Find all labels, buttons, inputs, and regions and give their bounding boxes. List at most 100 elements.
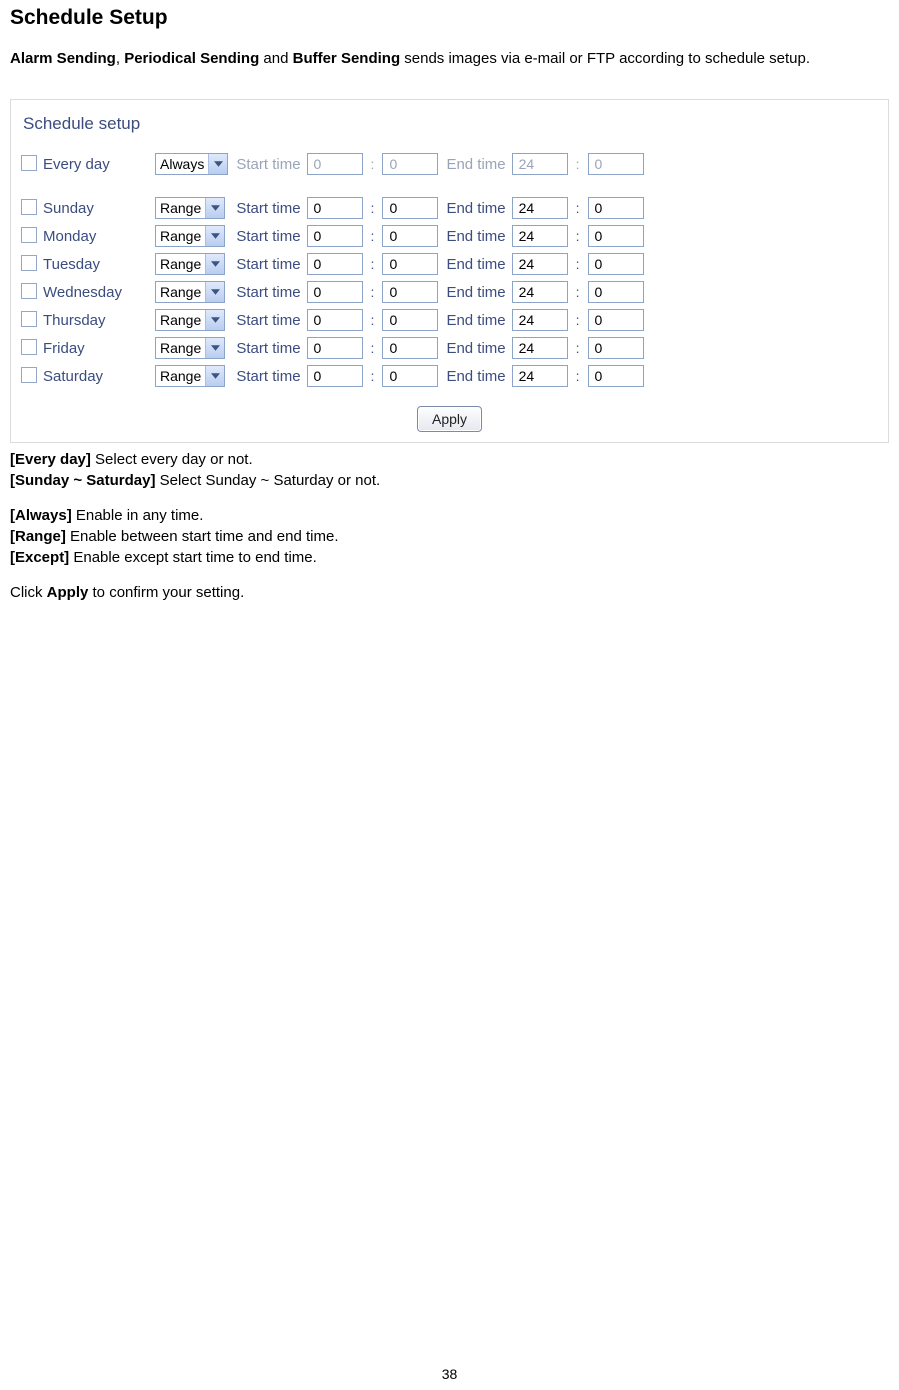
mode-select[interactable]: Always [155, 153, 228, 175]
end-hour-input[interactable] [512, 337, 568, 359]
end-hour-input[interactable] [512, 197, 568, 219]
day-label: Sunday [43, 200, 94, 217]
intro-text: , [116, 50, 124, 67]
intro-text: sends images via e-mail or FTP according… [400, 50, 810, 67]
chevron-down-icon [205, 226, 224, 246]
start-time-label: Start time [232, 200, 302, 217]
chevron-down-icon [205, 198, 224, 218]
start-minute-input[interactable] [382, 365, 438, 387]
start-minute-input[interactable] [382, 225, 438, 247]
day-label: Tuesday [43, 256, 100, 273]
schedule-row: SundayRangeStart time:End time: [19, 194, 646, 222]
mode-select[interactable]: Range [155, 197, 225, 219]
day-label: Friday [43, 340, 85, 357]
schedule-table: Every dayAlwaysStart time:End time:Sunda… [19, 150, 646, 390]
end-hour-input[interactable] [512, 153, 568, 175]
time-colon: : [367, 312, 379, 328]
mode-select[interactable]: Range [155, 309, 225, 331]
intro-bold-3: Buffer Sending [293, 50, 401, 67]
chevron-down-icon [208, 154, 227, 174]
schedule-row: Every dayAlwaysStart time:End time: [19, 150, 646, 178]
start-hour-input[interactable] [307, 253, 363, 275]
start-minute-input[interactable] [382, 281, 438, 303]
schedule-row: ThursdayRangeStart time:End time: [19, 306, 646, 334]
chevron-down-icon [205, 282, 224, 302]
page-title: Schedule Setup [10, 6, 889, 30]
end-time-label: End time [442, 256, 507, 273]
end-minute-input[interactable] [588, 197, 644, 219]
start-minute-input[interactable] [382, 309, 438, 331]
schedule-row: WednesdayRangeStart time:End time: [19, 278, 646, 306]
end-time-label: End time [442, 368, 507, 385]
mode-value: Range [160, 340, 201, 356]
end-hour-input[interactable] [512, 253, 568, 275]
mode-value: Range [160, 368, 201, 384]
day-checkbox[interactable] [21, 155, 37, 171]
chevron-down-icon [205, 338, 224, 358]
start-hour-input[interactable] [307, 225, 363, 247]
schedule-row: Tuesday Range Start time: End time: [19, 250, 646, 278]
time-colon: : [572, 228, 584, 244]
time-colon: : [367, 284, 379, 300]
start-hour-input[interactable] [307, 281, 363, 303]
start-minute-input[interactable] [382, 197, 438, 219]
day-checkbox[interactable] [21, 255, 37, 271]
schedule-row: SaturdayRangeStart time:End time: [19, 362, 646, 390]
end-hour-input[interactable] [512, 365, 568, 387]
day-checkbox[interactable] [21, 227, 37, 243]
end-minute-input[interactable] [588, 281, 644, 303]
mode-select[interactable]: Range [155, 337, 225, 359]
end-minute-input[interactable] [588, 225, 644, 247]
end-hour-input[interactable] [512, 225, 568, 247]
day-label: Saturday [43, 368, 103, 385]
time-colon: : [572, 256, 584, 272]
day-checkbox[interactable] [21, 199, 37, 215]
desc-text: Enable between start time and end time. [66, 528, 339, 545]
mode-value: Range [160, 228, 201, 244]
intro-bold-2: Periodical Sending [124, 50, 259, 67]
day-checkbox[interactable] [21, 367, 37, 383]
mode-value: Range [160, 200, 201, 216]
day-label: Thursday [43, 312, 106, 329]
mode-select[interactable]: Range [155, 253, 225, 275]
day-label: Monday [43, 228, 96, 245]
end-hour-input[interactable] [512, 309, 568, 331]
day-checkbox[interactable] [21, 339, 37, 355]
start-time-label: Start time [232, 256, 302, 273]
time-colon: : [367, 256, 379, 272]
end-hour-input[interactable] [512, 281, 568, 303]
end-minute-input[interactable] [588, 365, 644, 387]
time-colon: : [572, 156, 584, 172]
day-checkbox[interactable] [21, 311, 37, 327]
mode-select[interactable]: Range [155, 281, 225, 303]
end-minute-input[interactable] [588, 153, 644, 175]
apply-button[interactable]: Apply [417, 406, 482, 432]
end-minute-input[interactable] [588, 309, 644, 331]
end-minute-input[interactable] [588, 337, 644, 359]
start-time-label: Start time [232, 156, 302, 173]
day-checkbox[interactable] [21, 283, 37, 299]
mode-select[interactable]: Range [155, 225, 225, 247]
end-minute-input[interactable] [588, 253, 644, 275]
mode-select[interactable]: Range [155, 365, 225, 387]
intro-bold-1: Alarm Sending [10, 50, 116, 67]
start-minute-input[interactable] [382, 337, 438, 359]
time-colon: : [572, 200, 584, 216]
desc-text: Enable in any time. [72, 507, 204, 524]
end-time-label: End time [442, 228, 507, 245]
mode-value: Range [160, 312, 201, 328]
desc-label: Apply [47, 584, 89, 601]
page-number: 38 [0, 1366, 899, 1382]
start-hour-input[interactable] [307, 309, 363, 331]
start-hour-input[interactable] [307, 365, 363, 387]
chevron-down-icon [205, 366, 224, 386]
mode-value: Always [160, 156, 204, 172]
start-hour-input[interactable] [307, 153, 363, 175]
start-hour-input[interactable] [307, 197, 363, 219]
intro-text: and [259, 50, 292, 67]
end-time-label: End time [442, 156, 507, 173]
start-minute-input[interactable] [382, 253, 438, 275]
schedule-row: MondayRangeStart time:End time: [19, 222, 646, 250]
start-hour-input[interactable] [307, 337, 363, 359]
start-minute-input[interactable] [382, 153, 438, 175]
